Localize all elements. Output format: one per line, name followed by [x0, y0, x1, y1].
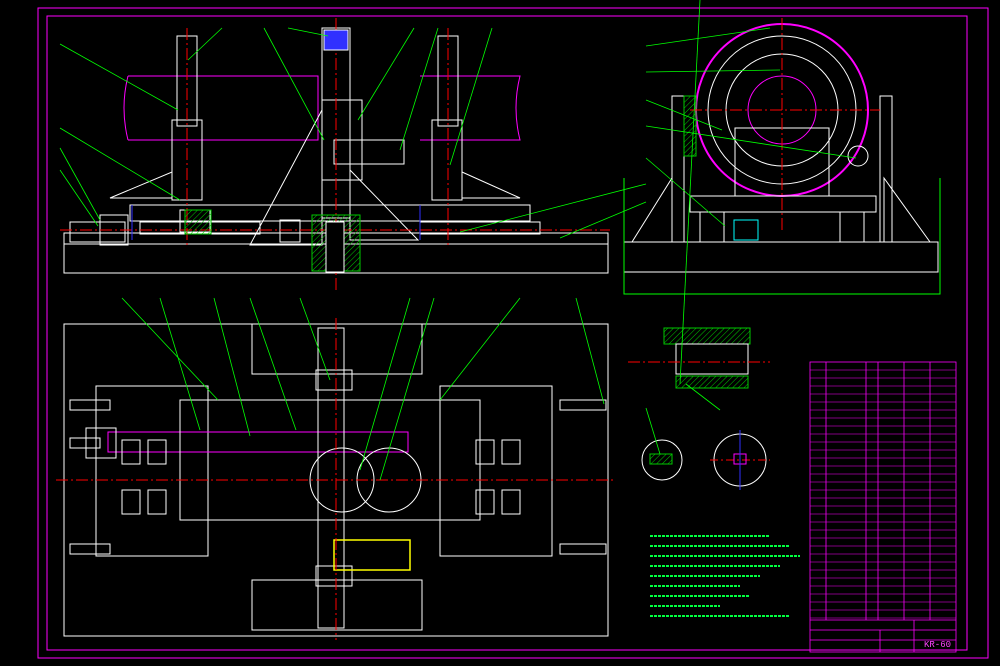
- parts-list: [809, 361, 957, 653]
- technical-notes: [650, 535, 800, 617]
- plan-view: [56, 318, 614, 640]
- side-base: [623, 241, 939, 273]
- sheet-frame: [37, 7, 989, 659]
- title-block: [809, 361, 957, 653]
- front-view: [60, 18, 610, 290]
- detail-views: [628, 327, 770, 490]
- parts-list-rows: [810, 369, 956, 619]
- cad-drawing-sheet: KR-60: [37, 0, 989, 659]
- drawing-number: KR-60: [924, 640, 951, 650]
- workpiece-band: [123, 75, 319, 141]
- side-view: [623, 18, 941, 295]
